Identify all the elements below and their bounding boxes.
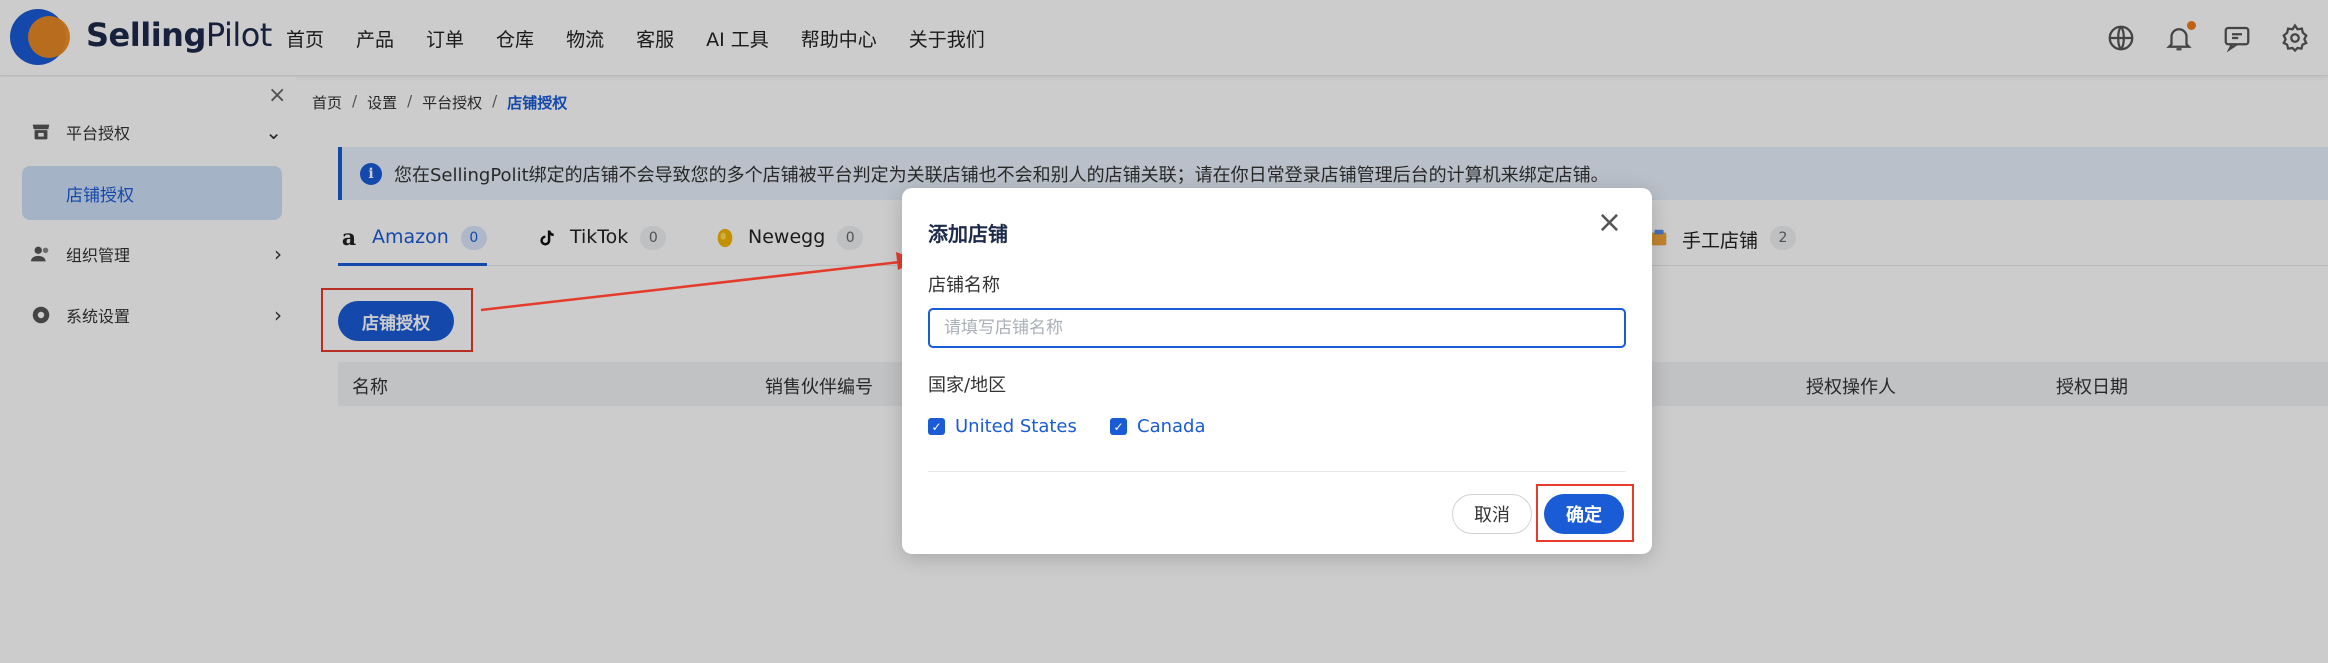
checkmark-icon: ✓: [928, 418, 945, 435]
region-option-label: United States: [955, 416, 1077, 437]
highlight-box-confirm-button: [1536, 484, 1634, 542]
add-store-dialog: 添加店铺 × 店铺名称 国家/地区 ✓ United States ✓ Cana…: [902, 188, 1652, 554]
cancel-button[interactable]: 取消: [1452, 494, 1532, 534]
region-checkbox-us[interactable]: ✓ United States: [928, 416, 1077, 437]
dialog-title: 添加店铺: [928, 222, 1008, 246]
region-label: 国家/地区: [928, 375, 1007, 396]
close-icon[interactable]: ×: [1597, 208, 1622, 238]
store-name-label: 店铺名称: [928, 275, 1000, 296]
region-option-label: Canada: [1137, 416, 1206, 437]
region-checkbox-canada[interactable]: ✓ Canada: [1110, 416, 1206, 437]
checkmark-icon: ✓: [1110, 418, 1127, 435]
store-name-input[interactable]: [928, 308, 1626, 348]
dialog-divider: [928, 471, 1626, 472]
